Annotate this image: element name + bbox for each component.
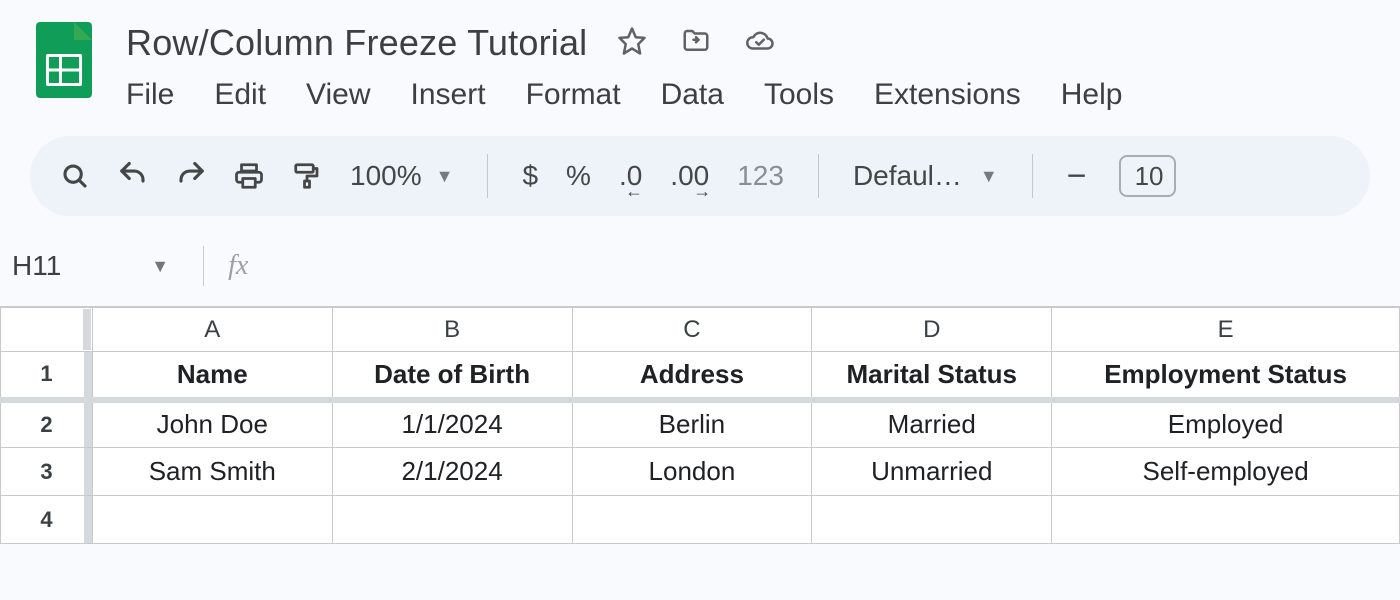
cell[interactable]: Date of Birth <box>332 352 572 400</box>
column-header[interactable]: A <box>92 308 332 352</box>
cell[interactable]: London <box>572 448 812 496</box>
name-box-value: H11 <box>12 250 61 282</box>
menu-edit[interactable]: Edit <box>214 78 266 112</box>
row-header[interactable]: 4 <box>1 496 93 544</box>
column-header[interactable]: B <box>332 308 572 352</box>
cell[interactable]: Employment Status <box>1052 352 1400 400</box>
cell[interactable] <box>572 496 812 544</box>
cloud-status-icon[interactable] <box>745 26 775 61</box>
cell[interactable] <box>812 496 1052 544</box>
menu-format[interactable]: Format <box>526 78 621 112</box>
menu-file[interactable]: File <box>126 78 174 112</box>
zoom-select[interactable]: 100% ▼ <box>350 160 453 192</box>
fx-icon[interactable]: fx <box>228 250 248 282</box>
redo-icon[interactable] <box>176 161 206 191</box>
title-block: Row/Column Freeze Tutorial File Edit Vie… <box>126 22 1400 112</box>
decrease-decimal-button[interactable]: .0 ← <box>619 160 642 192</box>
format-percent-button[interactable]: % <box>566 160 591 192</box>
move-to-folder-icon[interactable] <box>681 26 711 61</box>
font-size-input[interactable]: 10 <box>1119 155 1176 197</box>
title-icons <box>617 26 775 61</box>
menu-help[interactable]: Help <box>1061 78 1123 112</box>
toolbar: 100% ▼ $ % .0 ← .00 → 123 Defaul… ▼ − 10 <box>30 136 1370 216</box>
star-icon[interactable] <box>617 26 647 61</box>
sheets-app-icon[interactable] <box>36 22 92 98</box>
cell[interactable]: John Doe <box>92 400 332 448</box>
cell[interactable]: Unmarried <box>812 448 1052 496</box>
chevron-down-icon: ▼ <box>151 256 169 277</box>
cell[interactable] <box>332 496 572 544</box>
cell[interactable]: Sam Smith <box>92 448 332 496</box>
undo-icon[interactable] <box>118 161 148 191</box>
cell[interactable]: Marital Status <box>812 352 1052 400</box>
decrease-font-size-button[interactable]: − <box>1067 157 1087 196</box>
zoom-value: 100% <box>350 160 422 192</box>
cell[interactable]: 1/1/2024 <box>332 400 572 448</box>
print-icon[interactable] <box>234 161 264 191</box>
toolbar-separator <box>818 154 819 198</box>
table-row: 3 Sam Smith 2/1/2024 London Unmarried Se… <box>1 448 1400 496</box>
cell[interactable]: Address <box>572 352 812 400</box>
menu-tools[interactable]: Tools <box>764 78 834 112</box>
table-row: 1 Name Date of Birth Address Marital Sta… <box>1 352 1400 400</box>
row-header[interactable]: 2 <box>1 400 93 448</box>
formula-bar-row: H11 ▼ fx <box>0 236 1400 296</box>
column-header-row: A B C D E <box>1 308 1400 352</box>
cell[interactable] <box>92 496 332 544</box>
cell[interactable]: Employed <box>1052 400 1400 448</box>
increase-decimal-button[interactable]: .00 → <box>670 160 709 192</box>
paint-format-icon[interactable] <box>292 161 322 191</box>
column-header[interactable]: D <box>812 308 1052 352</box>
font-family-select[interactable]: Defaul… ▼ <box>853 160 998 192</box>
select-all-corner[interactable] <box>1 308 93 352</box>
arrow-right-icon: → <box>693 181 711 202</box>
spreadsheet-grid[interactable]: A B C D E 1 Name Date of Birth Address M… <box>0 306 1400 544</box>
toolbar-separator <box>487 154 488 198</box>
cell[interactable]: 2/1/2024 <box>332 448 572 496</box>
toolbar-separator <box>1032 154 1033 198</box>
column-header[interactable]: E <box>1052 308 1400 352</box>
name-box[interactable]: H11 ▼ <box>12 236 203 296</box>
more-formats-button[interactable]: 123 <box>737 160 784 192</box>
search-icon[interactable] <box>60 161 90 191</box>
arrow-left-icon: ← <box>625 181 643 202</box>
menu-view[interactable]: View <box>306 78 370 112</box>
menu-insert[interactable]: Insert <box>411 78 486 112</box>
font-family-label: Defaul… <box>853 160 962 192</box>
row-header[interactable]: 3 <box>1 448 93 496</box>
table-row: 2 John Doe 1/1/2024 Berlin Married Emplo… <box>1 400 1400 448</box>
formula-bar-separator <box>203 246 204 286</box>
table-row: 4 <box>1 496 1400 544</box>
menubar: File Edit View Insert Format Data Tools … <box>126 78 1400 112</box>
app-header: Row/Column Freeze Tutorial File Edit Vie… <box>0 0 1400 112</box>
menu-data[interactable]: Data <box>661 78 724 112</box>
chevron-down-icon: ▼ <box>980 166 998 187</box>
cell[interactable]: Married <box>812 400 1052 448</box>
cell[interactable]: Berlin <box>572 400 812 448</box>
menu-extensions[interactable]: Extensions <box>874 78 1021 112</box>
cell[interactable]: Name <box>92 352 332 400</box>
chevron-down-icon: ▼ <box>436 166 454 187</box>
column-header[interactable]: C <box>572 308 812 352</box>
document-title[interactable]: Row/Column Freeze Tutorial <box>126 22 587 64</box>
row-header[interactable]: 1 <box>1 352 93 400</box>
cell[interactable] <box>1052 496 1400 544</box>
format-currency-button[interactable]: $ <box>522 160 538 192</box>
cell[interactable]: Self-employed <box>1052 448 1400 496</box>
